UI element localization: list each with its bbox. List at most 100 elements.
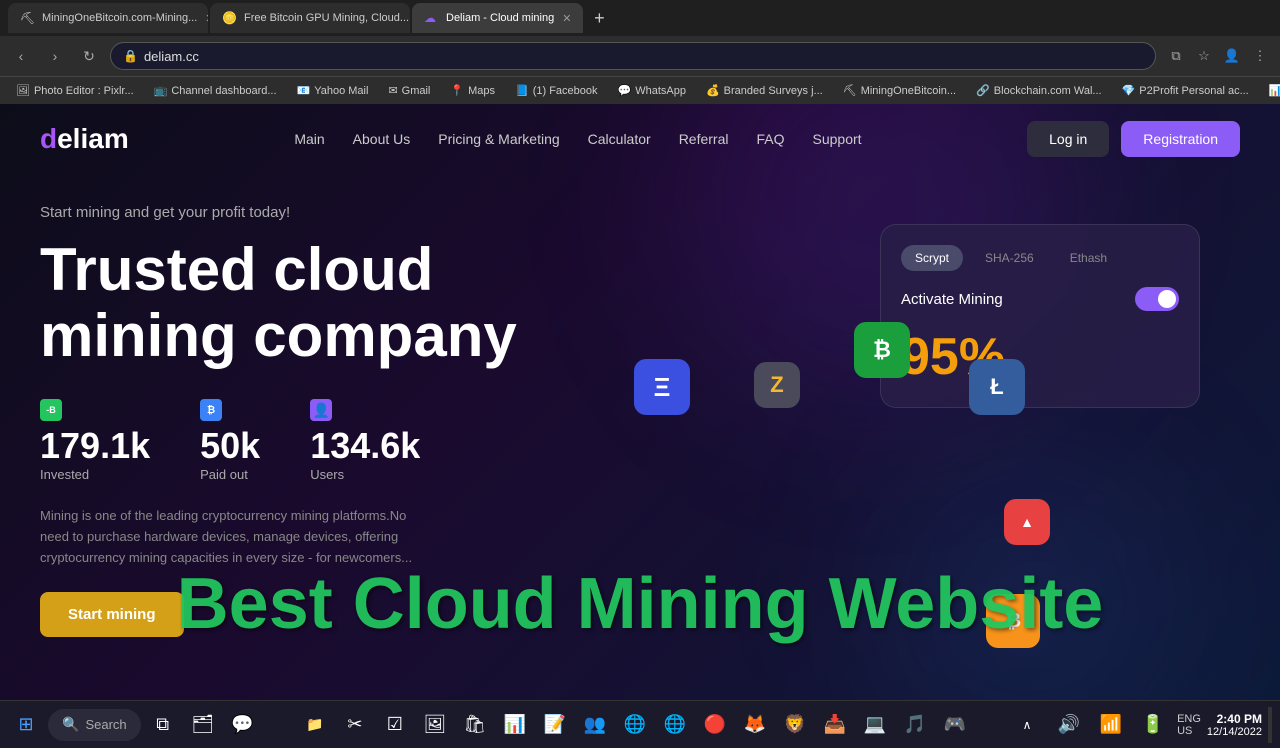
bookmark-p2profit-favicon: 💎 <box>1122 84 1136 97</box>
bookmark-blockchain-favicon: 🔗 <box>976 84 990 97</box>
search-icon: 🔍 <box>62 716 79 733</box>
taskbar-teams[interactable]: 👥 <box>577 707 613 743</box>
taskbar-word[interactable]: 📝 <box>537 707 573 743</box>
tab2-title: Free Bitcoin GPU Mining, Cloud... <box>244 12 409 24</box>
logo[interactable]: deliam <box>40 123 129 155</box>
taskbar-excel[interactable]: 📊 <box>497 707 533 743</box>
nav-referral[interactable]: Referral <box>679 131 729 147</box>
nav-main[interactable]: Main <box>294 131 324 147</box>
nav-support[interactable]: Support <box>813 131 862 147</box>
bookmark-yahoo-favicon: 📧 <box>297 84 311 97</box>
browser-tabs: ⛏ MiningOneBitcoin.com-Mining... ✕ 🪙 Fre… <box>0 0 1280 36</box>
forward-button[interactable]: › <box>42 43 68 69</box>
mining-tab-scrypt[interactable]: Scrypt <box>901 245 963 271</box>
bookmark-maps[interactable]: 📍 Maps <box>442 82 503 99</box>
chat-icon[interactable]: 💬 <box>225 707 261 743</box>
tab3-close[interactable]: ✕ <box>562 12 571 25</box>
taskbar: ⊞ 🔍 Search ⧉ 🗂 💬 📁 ✂ ☑ 🖼 🛍 📊 📝 👥 🌐 🌐 🔴 🦊… <box>0 700 1280 748</box>
chevron-up-icon[interactable]: ∧ <box>1009 707 1045 743</box>
nav-about[interactable]: About Us <box>353 131 411 147</box>
crypto-zcash-icon: Z <box>754 362 800 408</box>
taskbar-start-button[interactable]: ⊞ <box>8 707 44 743</box>
mining-activate-row: Activate Mining <box>901 287 1179 311</box>
taskbar-todo[interactable]: ☑ <box>377 707 413 743</box>
bookmark-facebook[interactable]: 📘 (1) Facebook <box>507 82 606 99</box>
taskview-icon[interactable]: ⧉ <box>145 707 181 743</box>
taskbar-right: ∧ 🔊 📶 🔋 ENGUS 2:40 PM 12/14/2022 <box>1009 707 1272 743</box>
taskbar-snipping[interactable]: ✂ <box>337 707 373 743</box>
taskbar-store[interactable]: 🛍 <box>457 707 493 743</box>
stat-users-badge: 👤 <box>310 399 332 421</box>
bookmark-mining-favicon: ⛏ <box>843 84 857 97</box>
taskbar-search[interactable]: 🔍 Search <box>48 709 141 741</box>
refresh-button[interactable]: ↻ <box>76 43 102 69</box>
more-icon[interactable]: ⋮ <box>1248 44 1272 68</box>
hero-subtitle: Start mining and get your profit today! <box>40 204 1240 221</box>
taskbar-explorer[interactable]: 📁 <box>297 707 333 743</box>
bookmark-channel[interactable]: 📺 Channel dashboard... <box>146 82 285 99</box>
logo-rest: eliam <box>57 123 129 154</box>
taskbar-brave[interactable]: 🦁 <box>777 707 813 743</box>
profile-icon[interactable]: 👤 <box>1220 44 1244 68</box>
bookmarks-bar: 🖼 Photo Editor : Pixlr... 📺 Channel dash… <box>0 76 1280 104</box>
browser-tab-1[interactable]: ⛏ MiningOneBitcoin.com-Mining... ✕ <box>8 3 208 33</box>
taskbar-steam[interactable]: 🎮 <box>937 707 973 743</box>
tab1-close[interactable]: ✕ <box>205 12 208 25</box>
mining-card-tabs: Scrypt SHA-256 Ethash <box>901 245 1179 271</box>
nav-calculator[interactable]: Calculator <box>588 131 651 147</box>
nav-pricing[interactable]: Pricing & Marketing <box>438 131 559 147</box>
taskbar-left: ⊞ 🔍 Search ⧉ 🗂 💬 <box>8 707 261 743</box>
bookmark-yahoo[interactable]: 📧 Yahoo Mail <box>289 82 377 99</box>
register-button[interactable]: Registration <box>1121 121 1240 157</box>
nav-faq[interactable]: FAQ <box>756 131 784 147</box>
mining-toggle[interactable] <box>1135 287 1179 311</box>
stat-users-icon-row: 👤 <box>310 399 420 421</box>
taskbar-photos[interactable]: 🖼 <box>417 707 453 743</box>
bookmark-blockchain[interactable]: 🔗 Blockchain.com Wal... <box>968 82 1110 99</box>
system-clock[interactable]: 2:40 PM 12/14/2022 <box>1207 712 1262 738</box>
bookmark-adsense[interactable]: 📊 Google AdSense <box>1261 82 1280 99</box>
taskbar-vscode[interactable]: 💻 <box>857 707 893 743</box>
taskbar-chrome[interactable]: 🌐 <box>657 707 693 743</box>
navigation: deliam Main About Us Pricing & Marketing… <box>0 104 1280 174</box>
address-bar[interactable]: 🔒 deliam.cc <box>110 42 1156 70</box>
browser-tab-3[interactable]: ☁ Deliam - Cloud mining ✕ <box>412 3 583 33</box>
tab3-title: Deliam - Cloud mining <box>446 12 554 24</box>
extensions-icon[interactable]: ⧉ <box>1164 44 1188 68</box>
stat-invested: -B 179.1k Invested <box>40 399 150 482</box>
network-icon[interactable]: 📶 <box>1093 707 1129 743</box>
browser-tab-2[interactable]: 🪙 Free Bitcoin GPU Mining, Cloud... ✕ <box>210 3 410 33</box>
speaker-icon[interactable]: 🔊 <box>1051 707 1087 743</box>
bookmark-mining[interactable]: ⛏ MiningOneBitcoin... <box>835 82 964 99</box>
bookmark-photo-editor-favicon: 🖼 <box>16 84 30 97</box>
battery-icon[interactable]: 🔋 <box>1135 707 1171 743</box>
show-desktop-button[interactable] <box>1268 707 1272 743</box>
bookmark-icon[interactable]: ☆ <box>1192 44 1216 68</box>
taskbar-opera[interactable]: 🔴 <box>697 707 733 743</box>
crypto-bitcoin-icon: ₿ <box>854 322 910 378</box>
taskbar-itunes[interactable]: 🎵 <box>897 707 933 743</box>
logo-d: d <box>40 123 57 154</box>
tab2-favicon: 🪙 <box>222 11 236 25</box>
tab1-title: MiningOneBitcoin.com-Mining... <box>42 12 197 24</box>
taskbar-firefox[interactable]: 🦊 <box>737 707 773 743</box>
login-button[interactable]: Log in <box>1027 121 1109 157</box>
widgets-icon[interactable]: 🗂 <box>185 707 221 743</box>
mining-tab-sha[interactable]: SHA-256 <box>971 245 1048 271</box>
mining-tab-ethash[interactable]: Ethash <box>1056 245 1121 271</box>
bookmark-surveys[interactable]: 💰 Branded Surveys j... <box>698 82 831 99</box>
taskbar-torrent[interactable]: 📥 <box>817 707 853 743</box>
stat-invested-badge: -B <box>40 399 62 421</box>
address-text: deliam.cc <box>144 49 199 64</box>
back-button[interactable]: ‹ <box>8 43 34 69</box>
bookmark-facebook-favicon: 📘 <box>515 84 529 97</box>
bookmark-photo-editor[interactable]: 🖼 Photo Editor : Pixlr... <box>8 82 142 99</box>
taskbar-edge[interactable]: 🌐 <box>617 707 653 743</box>
bookmark-whatsapp[interactable]: 💬 WhatsApp <box>610 82 694 99</box>
stat-paidout-icon-row: ₿ <box>200 399 260 421</box>
language-indicator[interactable]: ENGUS <box>1177 713 1201 737</box>
new-tab-button[interactable]: + <box>585 4 613 32</box>
bookmark-gmail[interactable]: ✉ Gmail <box>380 82 438 99</box>
crypto-tron-icon: ▲ <box>1004 499 1050 545</box>
bookmark-p2profit[interactable]: 💎 P2Profit Personal ac... <box>1114 82 1257 99</box>
